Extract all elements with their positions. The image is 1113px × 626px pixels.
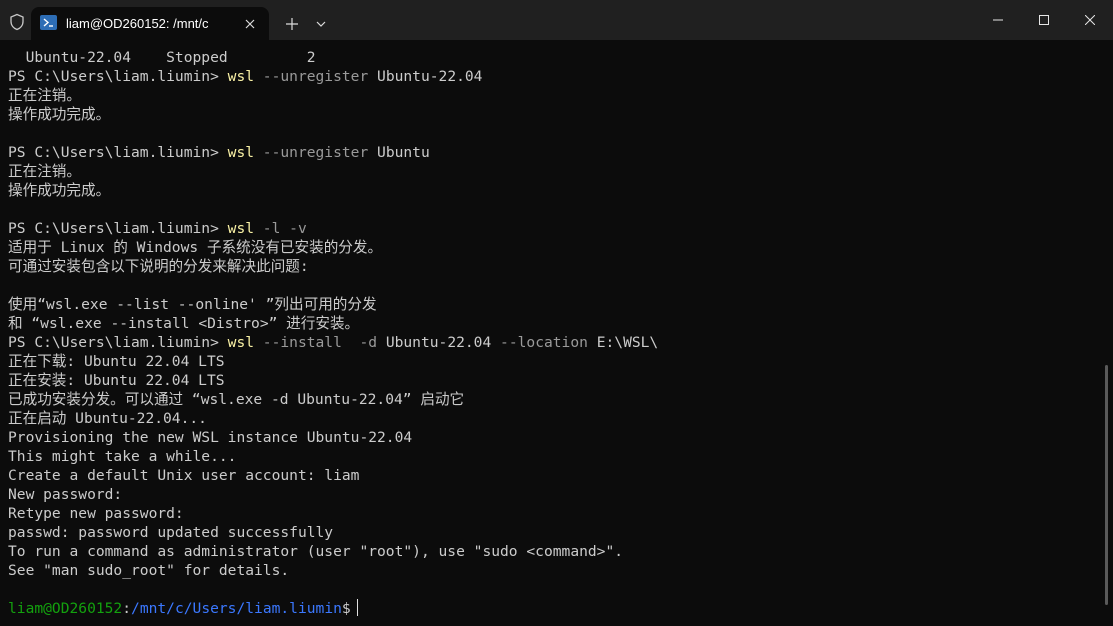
output-line: 操作成功完成。 [8, 106, 111, 123]
text-cursor [356, 599, 358, 616]
command-value: E:\WSL\ [587, 334, 659, 351]
output-line: Retype new password: [8, 505, 184, 522]
ps-prompt: PS C:\Users\liam.liumin> [8, 68, 228, 85]
command-name: wsl [227, 220, 255, 237]
command-name: wsl [227, 68, 255, 85]
command-args: -l -v [254, 220, 307, 237]
command-value: Ubuntu-22.04 [377, 334, 492, 351]
command-name: wsl [227, 334, 255, 351]
output-line: Provisioning the new WSL instance Ubuntu… [8, 429, 413, 446]
terminal-output[interactable]: Ubuntu-22.04 Stopped 2 PS C:\Users\liam.l… [0, 40, 1113, 626]
ps-prompt: PS C:\Users\liam.liumin> [8, 220, 228, 237]
maximize-icon[interactable] [1021, 0, 1067, 40]
prompt-symbol: $ [341, 600, 351, 617]
command-line: PS C:\Users\liam.liumin> wsl --install -… [8, 333, 1113, 352]
output-line: 正在注销。 [8, 87, 81, 104]
output-line: 可通过安装包含以下说明的分发来解决此问题: [8, 258, 309, 275]
output-line: Ubuntu-22.04 Stopped 2 [8, 49, 316, 66]
command-args: --install -d [254, 334, 378, 351]
command-line: PS C:\Users\liam.liumin> wsl -l -v [8, 219, 1113, 238]
output-line: 已成功安装分发。可以通过 “wsl.exe -d Ubuntu-22.04” 启… [8, 391, 465, 408]
command-args: --unregister [254, 68, 369, 85]
command-value: Ubuntu [368, 144, 430, 161]
command-line: PS C:\Users\liam.liumin> wsl --unregiste… [8, 143, 1113, 162]
output-line: 正在注销。 [8, 163, 81, 180]
ps-prompt: PS C:\Users\liam.liumin> [8, 334, 228, 351]
close-icon[interactable] [239, 13, 261, 35]
output-line: 使用“wsl.exe --list --online' ”列出可用的分发 [8, 296, 377, 313]
chevron-down-icon[interactable] [312, 14, 330, 34]
command-args: --location [491, 334, 588, 351]
output-line: passwd: password updated successfully [8, 524, 334, 541]
ps-prompt: PS C:\Users\liam.liumin> [8, 144, 228, 161]
plus-icon[interactable] [281, 13, 303, 35]
output-line: 正在下载: Ubuntu 22.04 LTS [8, 353, 225, 370]
output-line: See "man sudo_root" for details. [8, 562, 290, 579]
prompt-user: liam@OD260152 [8, 600, 123, 617]
output-line: This might take a while... [8, 448, 237, 465]
terminal-icon [40, 15, 57, 30]
prompt-colon: : [122, 600, 132, 617]
shield-icon[interactable] [8, 13, 26, 31]
tab-title: liam@OD260152: /mnt/c [66, 16, 209, 31]
scrollbar[interactable] [1105, 365, 1108, 605]
output-line: To run a command as administrator (user … [8, 543, 624, 560]
tab-terminal[interactable]: liam@OD260152: /mnt/c [31, 7, 269, 40]
bash-prompt-line[interactable]: liam@OD260152:/mnt/c/Users/liam.liumin$ [8, 599, 1113, 618]
prompt-path: /mnt/c/Users/liam.liumin [131, 600, 342, 617]
terminal-lines: Ubuntu-22.04 Stopped 2 PS C:\Users\liam.l… [8, 48, 1113, 599]
output-line: 和 “wsl.exe --install <Distro>” 进行安装。 [8, 315, 360, 332]
output-line: 正在启动 Ubuntu-22.04... [8, 410, 207, 427]
output-line: New password: [8, 486, 123, 503]
output-line: 适用于 Linux 的 Windows 子系统没有已安装的分发。 [8, 239, 383, 256]
command-value: Ubuntu-22.04 [368, 68, 483, 85]
output-line: Create a default Unix user account: liam [8, 467, 360, 484]
output-line: 操作成功完成。 [8, 182, 111, 199]
command-line: PS C:\Users\liam.liumin> wsl --unregiste… [8, 67, 1113, 86]
output-line: 正在安装: Ubuntu 22.04 LTS [8, 372, 225, 389]
command-args: --unregister [254, 144, 369, 161]
command-name: wsl [227, 144, 255, 161]
minimize-icon[interactable] [975, 0, 1021, 40]
window-close-icon[interactable] [1067, 0, 1113, 40]
title-bar: liam@OD260152: /mnt/c [0, 0, 1113, 40]
